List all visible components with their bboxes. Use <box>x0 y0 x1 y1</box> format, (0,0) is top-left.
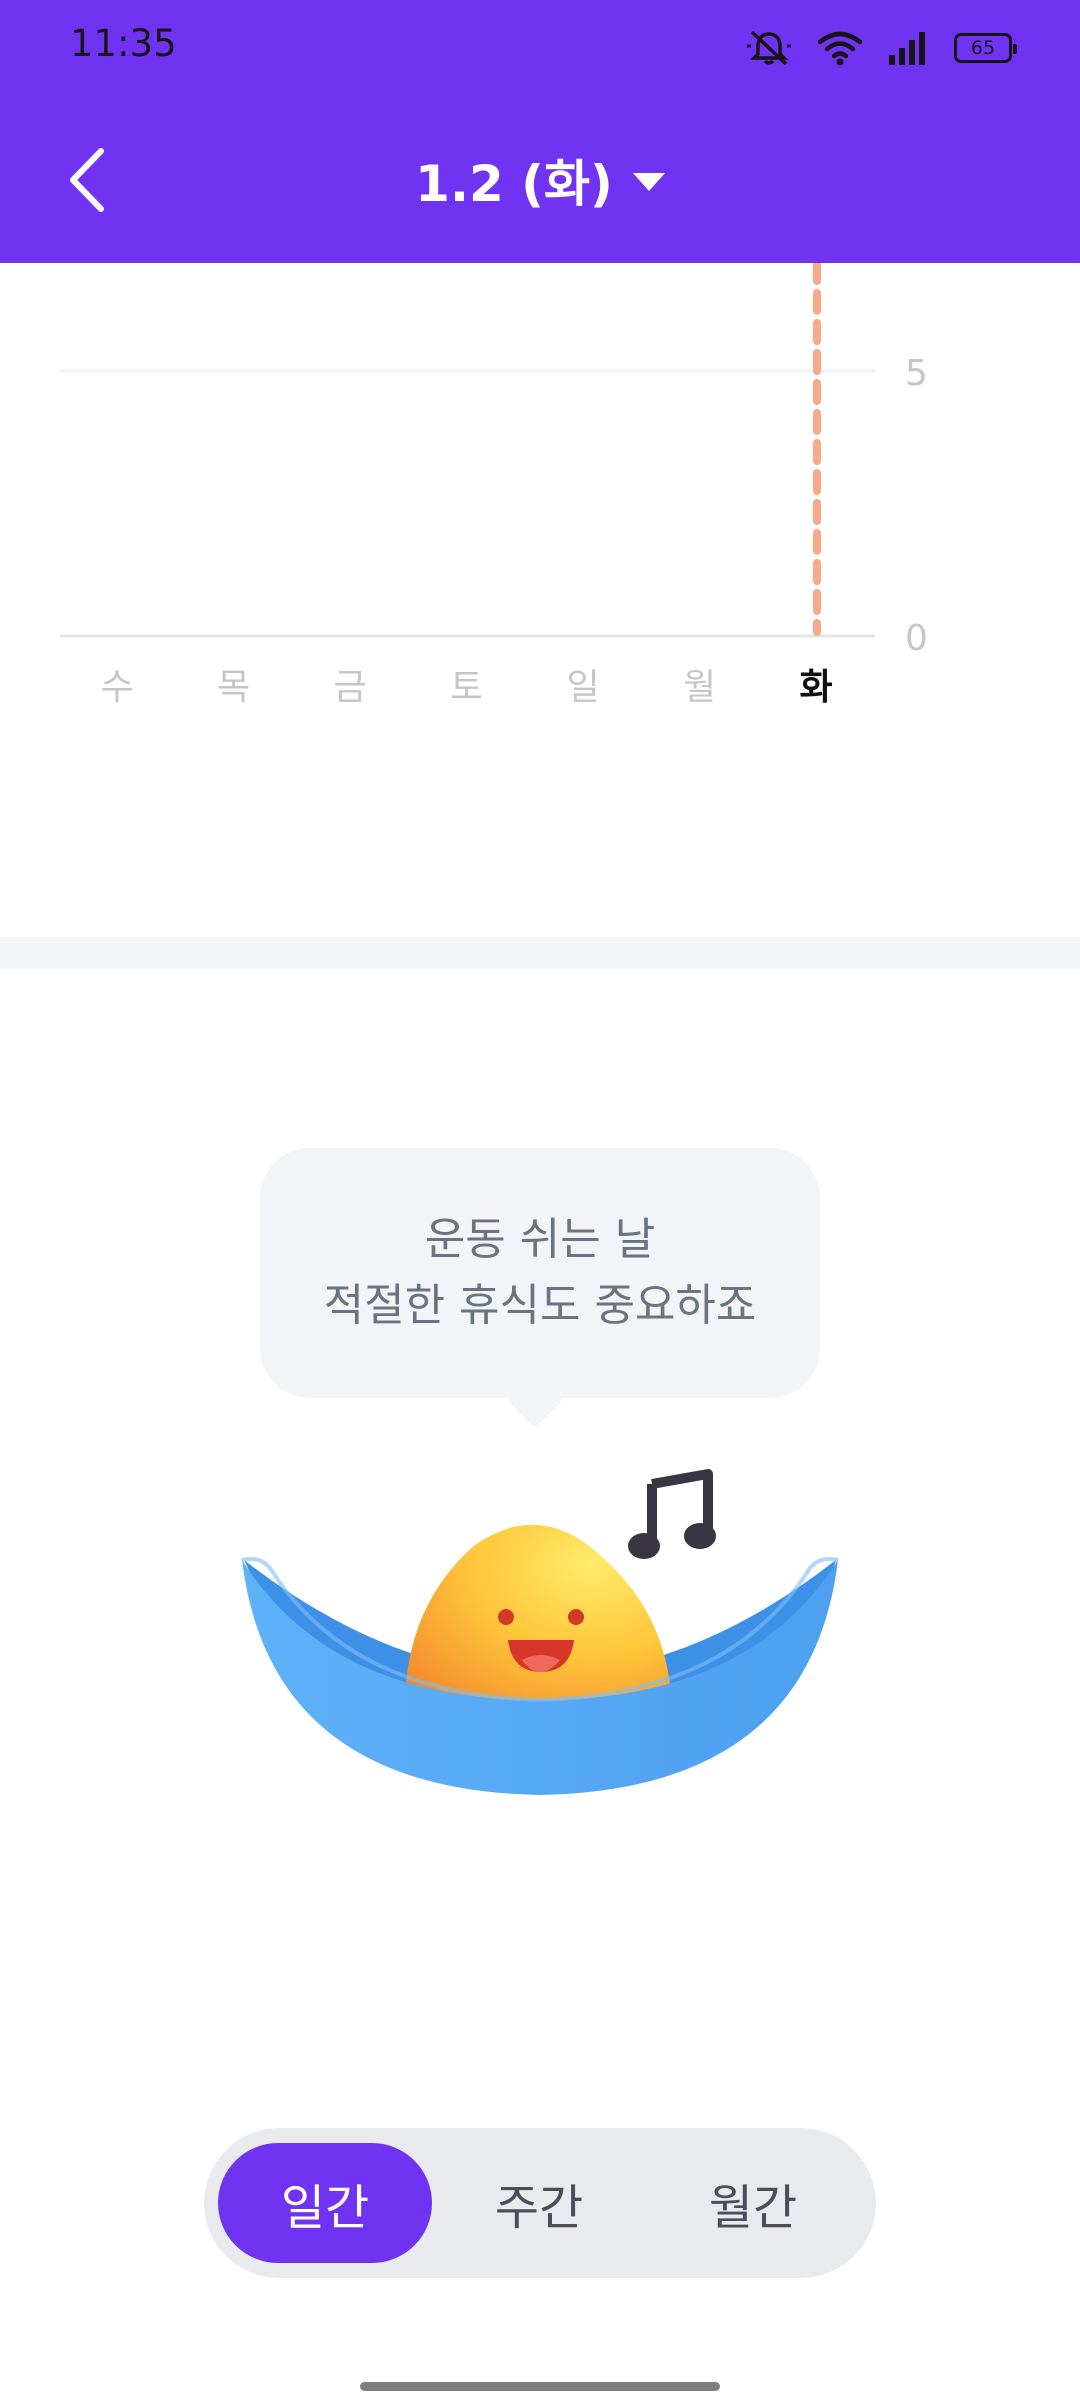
mute-bell-icon <box>747 30 791 66</box>
battery-icon: 65 <box>954 33 1017 63</box>
y-tick-label: 5 <box>905 353 928 394</box>
x-tick-label: 월 <box>683 667 716 708</box>
status-icons: 65 <box>746 24 1017 72</box>
caret-down-icon <box>632 173 665 191</box>
message-line-2: 적절한 휴식도 중요하죠 <box>323 1280 757 1331</box>
page-title: 1.2 (화) <box>415 155 613 213</box>
x-tick-label: 일 <box>566 667 599 708</box>
speech-bubble: 운동 쉬는 날 적절한 휴식도 중요하죠 <box>260 1148 820 1398</box>
x-tick-label: 수 <box>100 667 133 708</box>
status-time: 11:35 <box>70 22 177 65</box>
battery-level: 65 <box>970 37 996 59</box>
chart-svg: 5 0 수 목 금 토 일 월 화 <box>60 263 928 708</box>
y-tick-label: 0 <box>905 618 928 659</box>
home-indicator[interactable] <box>360 2382 720 2391</box>
period-tab-2[interactable]: 월간 <box>646 2143 860 2263</box>
section-divider <box>0 937 1080 969</box>
x-tick-label: 화 <box>799 667 832 708</box>
activity-chart: 5 0 수 목 금 토 일 월 화 <box>0 263 1080 933</box>
x-tick-label: 토 <box>450 667 483 708</box>
period-tab-0[interactable]: 일간 <box>218 2143 432 2263</box>
resting-character-illustration <box>241 1469 839 1795</box>
date-selector[interactable]: 1.2 (화) <box>0 140 1080 220</box>
app-header: 11:35 65 1.2 (화) <box>0 0 1080 263</box>
wifi-icon <box>818 31 862 66</box>
x-tick-label: 금 <box>333 667 366 708</box>
period-tab-1[interactable]: 주간 <box>432 2143 646 2263</box>
message-line-1: 운동 쉬는 날 <box>424 1214 656 1265</box>
music-note-icon <box>628 1469 716 1559</box>
period-toggle: 일간 주간 월간 <box>204 2128 876 2278</box>
x-tick-label: 목 <box>217 667 250 708</box>
signal-icon <box>889 32 925 65</box>
